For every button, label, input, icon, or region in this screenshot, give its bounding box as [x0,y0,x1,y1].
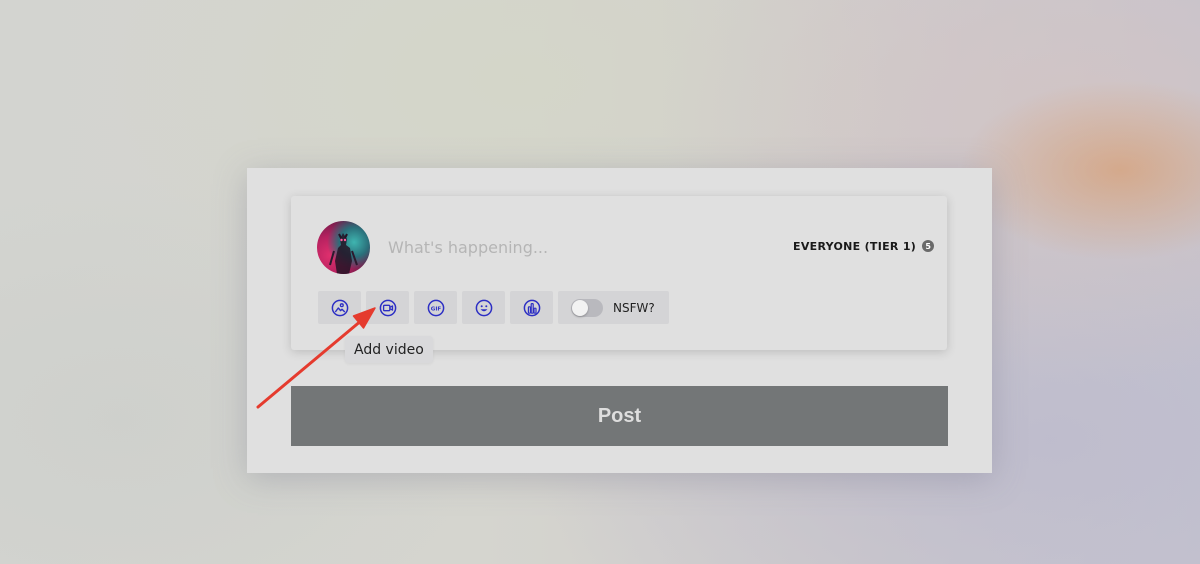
audience-label: EVERYONE (TIER 1) [793,239,917,253]
add-poll-button[interactable] [510,291,553,324]
add-emoji-button[interactable] [462,291,505,324]
audience-selector[interactable]: EVERYONE (TIER 1) 5 [793,238,935,254]
nsfw-toggle-group: NSFW? [558,291,669,324]
post-composer-card: EVERYONE (TIER 1) 5 [291,196,947,350]
avatar[interactable] [317,221,370,274]
create-post-modal: EVERYONE (TIER 1) 5 [247,168,992,473]
post-text-input[interactable] [388,232,748,262]
emoji-icon [475,299,492,316]
nsfw-toggle[interactable] [571,298,603,317]
avatar-figure-icon [329,233,358,274]
post-button[interactable]: Post [291,386,948,446]
add-video-tooltip: Add video [345,336,433,363]
video-icon [379,299,396,316]
poll-icon [523,299,540,316]
add-gif-button[interactable]: GIF [414,291,457,324]
gif-icon: GIF [427,299,444,316]
nsfw-label: NSFW? [613,300,655,315]
audience-count-badge: 5 [922,240,935,252]
nsfw-toggle-knob [572,299,588,316]
gif-icon-text: GIF [430,306,441,312]
add-video-button[interactable] [366,291,409,324]
image-icon [331,299,348,316]
add-image-button[interactable] [318,291,361,324]
